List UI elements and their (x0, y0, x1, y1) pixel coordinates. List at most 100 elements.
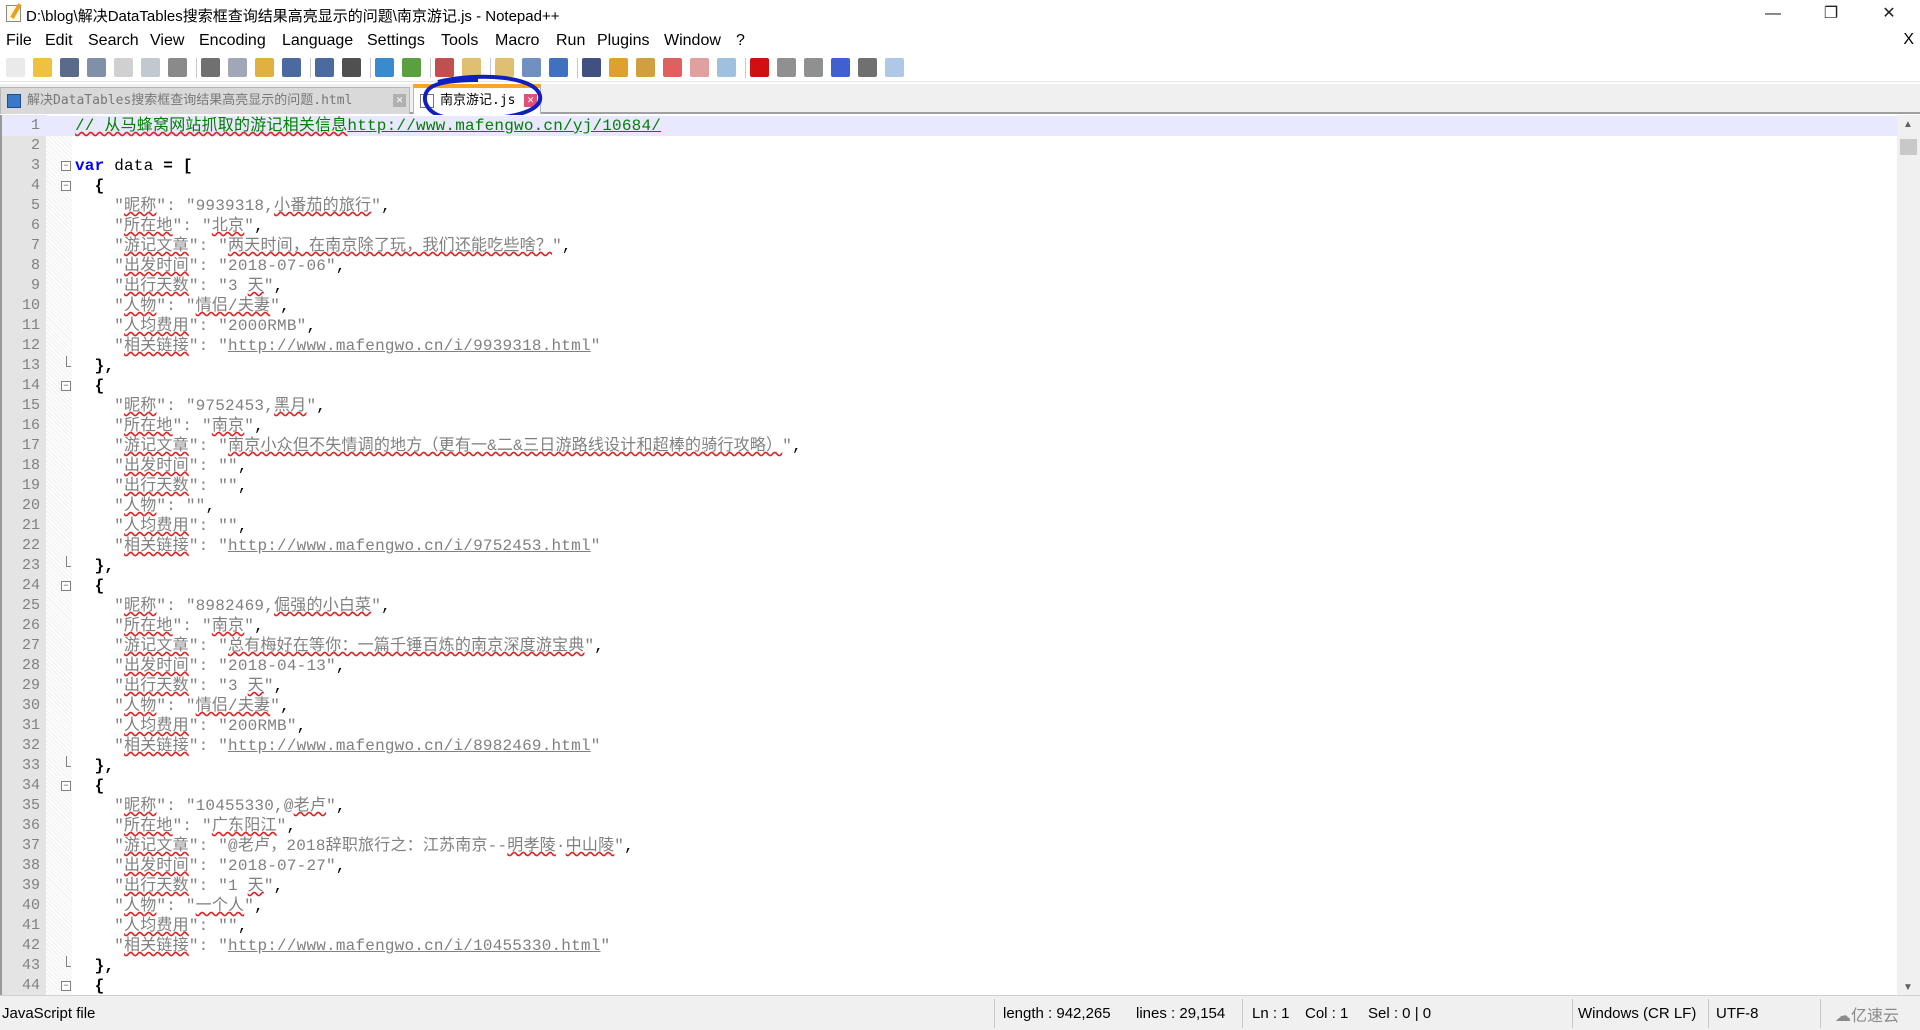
code-line[interactable]: 3 − var data = [ (2, 156, 1897, 176)
code-line[interactable]: 11 "人均费用": "2000RMB", (2, 316, 1897, 336)
code-line[interactable]: 29 "出行天数": "3 天", (2, 676, 1897, 696)
fold-toggle-icon[interactable]: − (61, 581, 71, 591)
minimize-button[interactable]: — (1744, 0, 1802, 28)
new-file-icon[interactable] (6, 58, 25, 77)
code-line[interactable]: 21 "人均费用": "", (2, 516, 1897, 536)
url-link[interactable]: http://www.mafengwo.cn/i/8982469.html (228, 737, 591, 755)
copy-icon[interactable] (228, 58, 247, 77)
code-line[interactable]: 31 "人均费用": "200RMB", (2, 716, 1897, 736)
clipboard-icon[interactable] (690, 58, 709, 77)
code-line[interactable]: 40 "人物": "一个人", (2, 896, 1897, 916)
code-line[interactable]: 8 "出发时间": "2018-07-06", (2, 256, 1897, 276)
code-line[interactable]: 34 − { (2, 776, 1897, 796)
menu-file[interactable]: File (6, 32, 32, 50)
menu-encoding[interactable]: Encoding (199, 32, 266, 50)
menu-help[interactable]: ? (736, 32, 745, 50)
fold-toggle-icon[interactable]: − (61, 181, 71, 191)
find-icon[interactable] (342, 58, 361, 77)
code-line[interactable]: 27 "游记文章": "总有梅好在等你：一篇千锤百炼的南京深度游宝典", (2, 636, 1897, 656)
run-macro-multiple-icon[interactable] (831, 58, 850, 77)
zoom-out-icon[interactable] (435, 58, 454, 77)
menu-run[interactable]: Run (556, 32, 585, 50)
tab-nanjing-js[interactable]: 南京游记.js ✕ (413, 84, 541, 114)
scroll-up-arrow-icon[interactable]: ▲ (1903, 119, 1913, 130)
code-line[interactable]: 16 "所在地": "南京", (2, 416, 1897, 436)
menu-plugins[interactable]: Plugins (597, 32, 649, 50)
folder-workspace-icon[interactable] (663, 58, 682, 77)
code-line[interactable]: 24 − { (2, 576, 1897, 596)
menu-macro[interactable]: Macro (495, 32, 539, 50)
code-line[interactable]: 43 }, (2, 956, 1897, 976)
show-all-chars-icon[interactable] (549, 58, 568, 77)
url-link[interactable]: http://www.mafengwo.cn/i/9939318.html (228, 337, 591, 355)
code-line[interactable]: 33 }, (2, 756, 1897, 776)
word-wrap-icon[interactable] (522, 58, 541, 77)
close-all-icon[interactable] (141, 58, 160, 77)
menu-search[interactable]: Search (88, 32, 139, 50)
tab-close-icon[interactable]: ✕ (393, 94, 406, 107)
scrollbar-thumb[interactable] (1900, 139, 1917, 155)
tab-datatables-html[interactable]: 解决DataTables搜索框查询结果高亮显示的问题.html ✕ (0, 87, 410, 114)
code-line[interactable]: 6 "所在地": "北京", (2, 216, 1897, 236)
sync-vertical-icon[interactable] (462, 58, 481, 77)
code-line[interactable]: 44 − { (2, 976, 1897, 995)
menu-settings[interactable]: Settings (367, 32, 425, 50)
fold-toggle-icon[interactable]: − (61, 381, 71, 391)
menu-tools[interactable]: Tools (441, 32, 478, 50)
code-line[interactable]: 26 "所在地": "南京", (2, 616, 1897, 636)
fold-toggle-icon[interactable]: − (61, 781, 71, 791)
close-button[interactable]: ✕ (1860, 0, 1918, 28)
spell-check-icon[interactable] (885, 58, 904, 77)
code-line[interactable]: 2 (2, 136, 1897, 156)
code-line[interactable]: 42 "相关链接": "http://www.mafengwo.cn/i/104… (2, 936, 1897, 956)
play-macro-icon[interactable] (804, 58, 823, 77)
save-all-icon[interactable] (87, 58, 106, 77)
code-line[interactable]: 39 "出行天数": "1 天", (2, 876, 1897, 896)
record-macro-icon[interactable] (750, 58, 769, 77)
menu-language[interactable]: Language (282, 32, 353, 50)
code-line[interactable]: 9 "出行天数": "3 天", (2, 276, 1897, 296)
code-line[interactable]: 20 "人物": "", (2, 496, 1897, 516)
zoom-in-icon[interactable] (402, 58, 421, 77)
vertical-scrollbar[interactable]: ▲ ▼ (1897, 115, 1920, 995)
code-editor[interactable]: 1// 从马蜂窝网站抓取的游记相关信息http://www.mafengwo.c… (0, 115, 1897, 995)
tab-close-icon[interactable]: ✕ (524, 94, 537, 107)
replace-icon[interactable] (375, 58, 394, 77)
paste-icon[interactable] (255, 58, 274, 77)
sync-horizontal-icon[interactable] (495, 58, 514, 77)
code-line[interactable]: 35 "昵称": "10455330,@老卢", (2, 796, 1897, 816)
code-line[interactable]: 36 "所在地": "广东阳江", (2, 816, 1897, 836)
code-line[interactable]: 22 "相关链接": "http://www.mafengwo.cn/i/975… (2, 536, 1897, 556)
code-line[interactable]: 14 − { (2, 376, 1897, 396)
encoding[interactable]: UTF-8 (1716, 1005, 1759, 1022)
save-icon[interactable] (60, 58, 79, 77)
fold-toggle-icon[interactable]: − (61, 981, 71, 991)
indent-guide-icon[interactable] (582, 58, 601, 77)
code-line[interactable]: 25 "昵称": "8982469,倔强的小白菜", (2, 596, 1897, 616)
redo-icon[interactable] (315, 58, 334, 77)
code-line[interactable]: 30 "人物": "情侣/夫妻", (2, 696, 1897, 716)
code-line[interactable]: 18 "出发时间": "", (2, 456, 1897, 476)
code-line[interactable]: 41 "人均费用": "", (2, 916, 1897, 936)
monitoring-icon[interactable] (717, 58, 736, 77)
open-file-icon[interactable] (33, 58, 52, 77)
function-list-icon[interactable] (636, 58, 655, 77)
code-line[interactable]: 32 "相关链接": "http://www.mafengwo.cn/i/898… (2, 736, 1897, 756)
url-link[interactable]: http://www.mafengwo.cn/yj/10684/ (347, 117, 661, 135)
code-line[interactable]: 7 "游记文章": "两天时间，在南京除了玩，我们还能吃些啥？", (2, 236, 1897, 256)
url-link[interactable]: http://www.mafengwo.cn/i/9752453.html (228, 537, 591, 555)
url-link[interactable]: http://www.mafengwo.cn/i/10455330.html (228, 937, 600, 955)
doc-map-icon[interactable] (609, 58, 628, 77)
undo-icon[interactable] (282, 58, 301, 77)
code-line[interactable]: 1 // 从马蜂窝网站抓取的游记相关信息http://www.mafengwo.c… (2, 116, 1897, 136)
scroll-down-arrow-icon[interactable]: ▼ (1903, 982, 1913, 993)
close-icon[interactable] (114, 58, 133, 77)
code-line[interactable]: 4 − { (2, 176, 1897, 196)
code-line[interactable]: 28 "出发时间": "2018-04-13", (2, 656, 1897, 676)
print-icon[interactable] (168, 58, 187, 77)
code-line[interactable]: 13 }, (2, 356, 1897, 376)
save-macro-icon[interactable] (858, 58, 877, 77)
code-line[interactable]: 15 "昵称": "9752453,黑月", (2, 396, 1897, 416)
code-line[interactable]: 17 "游记文章": "南京小众但不失情调的地方（更有一&二&三日游路线设计和超… (2, 436, 1897, 456)
code-line[interactable]: 37 "游记文章": "@老卢，2018辞职旅行之：江苏南京--明孝陵·中山陵"… (2, 836, 1897, 856)
